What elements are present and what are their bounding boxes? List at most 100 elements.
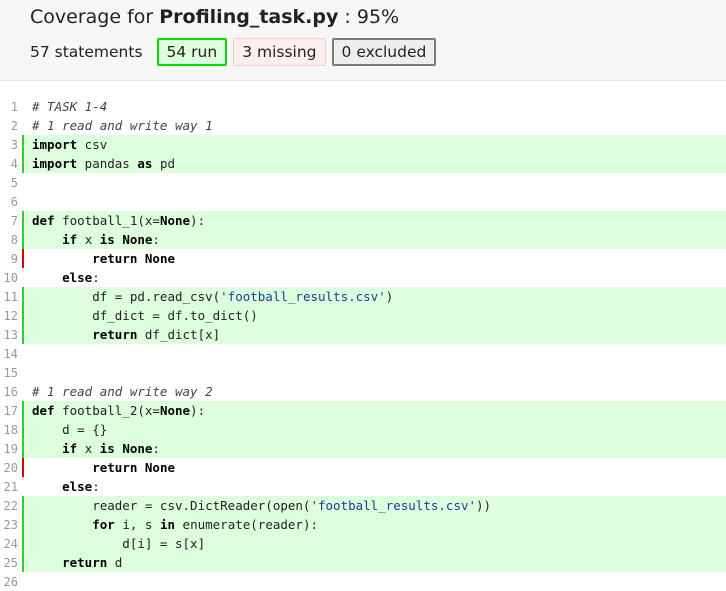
source-line: 25 return d: [0, 553, 726, 572]
line-number[interactable]: 15: [0, 366, 22, 380]
code-token: return: [92, 251, 138, 266]
line-code: return None: [22, 249, 726, 268]
code-token: ): [385, 289, 394, 304]
source-line: 1 # TASK 1-4: [0, 97, 726, 116]
code-token: ):: [190, 403, 206, 418]
code-token: None: [159, 213, 191, 228]
code-token: x: [77, 441, 100, 456]
line-number[interactable]: 17: [0, 404, 22, 418]
run-filter-button[interactable]: 54 run: [156, 38, 228, 66]
line-number[interactable]: 7: [0, 214, 22, 228]
source-code: 1 # TASK 1-4 2 # 1 read and write way 1 3 imp…: [0, 97, 726, 591]
line-code: import pandas as pd: [22, 154, 726, 173]
coverage-header: Coverage for Profiling_task.py : 95% 57 …: [0, 0, 726, 81]
code-token: football_1(x=: [54, 213, 160, 228]
line-number[interactable]: 23: [0, 518, 22, 532]
line-number[interactable]: 25: [0, 556, 22, 570]
coverage-stats: 57 statements 54 run 3 missing 0 exclude…: [30, 38, 442, 66]
statements-count: 57 statements: [30, 43, 143, 61]
code-token: csv: [77, 137, 108, 152]
code-token: d = {}: [32, 422, 108, 437]
line-number[interactable]: 6: [0, 195, 22, 209]
line-number[interactable]: 11: [0, 290, 22, 304]
code-token: :: [152, 232, 160, 247]
line-number[interactable]: 4: [0, 157, 22, 171]
code-token: 'football_results.csv': [310, 498, 477, 513]
line-number[interactable]: 1: [0, 100, 22, 114]
line-number[interactable]: 24: [0, 537, 22, 551]
code-token: def: [32, 213, 55, 228]
source-line: 8 if x is None:: [0, 230, 726, 249]
code-token: reader = csv.DictReader(open(: [32, 498, 311, 513]
code-token: df_dict[x]: [137, 327, 221, 342]
source-line: 16 # 1 read and write way 2: [0, 382, 726, 401]
line-number[interactable]: 5: [0, 176, 22, 190]
file-name: Profiling_task.py: [159, 6, 339, 28]
line-number[interactable]: 21: [0, 480, 22, 494]
line-number[interactable]: 26: [0, 575, 22, 589]
line-number[interactable]: 14: [0, 347, 22, 361]
code-token: None: [144, 460, 176, 475]
line-number[interactable]: 10: [0, 271, 22, 285]
line-number[interactable]: 22: [0, 499, 22, 513]
source-line: 24 d[i] = s[x]: [0, 534, 726, 553]
code-token: df_dict = df.to_dict(): [32, 308, 258, 323]
source-line: 6: [0, 192, 726, 211]
code-token: return: [92, 327, 138, 342]
source-line: 14: [0, 344, 726, 363]
line-number[interactable]: 19: [0, 442, 22, 456]
code-token: :: [152, 441, 160, 456]
code-token: # 1 read and write way 2: [32, 384, 213, 399]
code-token: in: [159, 517, 176, 532]
code-token: as: [137, 156, 153, 171]
line-code: reader = csv.DictReader(open('football_r…: [22, 496, 726, 515]
code-token: )): [476, 498, 492, 513]
line-number[interactable]: 18: [0, 423, 22, 437]
line-number[interactable]: 8: [0, 233, 22, 247]
line-code: d = {}: [22, 420, 726, 439]
excluded-filter-button[interactable]: 0 excluded: [331, 38, 437, 66]
code-token: :: [92, 270, 100, 285]
code-token: x: [77, 232, 100, 247]
code-token: is: [99, 232, 115, 247]
line-code: df = pd.read_csv('football_results.csv'): [22, 287, 726, 306]
line-number[interactable]: 13: [0, 328, 22, 342]
line-code: def football_2(x=None):: [22, 401, 726, 420]
code-token: is: [99, 441, 115, 456]
code-token: if: [62, 232, 78, 247]
line-code: def football_1(x=None):: [22, 211, 726, 230]
code-token: return: [62, 555, 108, 570]
line-code: if x is None:: [22, 230, 726, 249]
code-token: def: [32, 403, 55, 418]
code-token: None: [159, 403, 191, 418]
code-token: enumerate(reader):: [175, 517, 319, 532]
source-line: 19 if x is None:: [0, 439, 726, 458]
code-token: return: [92, 460, 138, 475]
source-line: 22 reader = csv.DictReader(open('footbal…: [0, 496, 726, 515]
code-token: for: [92, 517, 115, 532]
line-code: else:: [22, 268, 726, 287]
source-line: 23 for i, s in enumerate(reader):: [0, 515, 726, 534]
line-code: return d: [22, 553, 726, 572]
code-token: None: [144, 251, 176, 266]
line-code: else:: [22, 477, 726, 496]
source-line: 9 return None: [0, 249, 726, 268]
line-number[interactable]: 16: [0, 385, 22, 399]
missing-filter-button[interactable]: 3 missing: [233, 38, 326, 66]
line-number[interactable]: 20: [0, 461, 22, 475]
line-number[interactable]: 2: [0, 119, 22, 133]
line-number[interactable]: 9: [0, 252, 22, 266]
code-token: 'football_results.csv': [220, 289, 386, 304]
code-token: import: [32, 156, 78, 171]
line-number[interactable]: 12: [0, 309, 22, 323]
line-number[interactable]: 3: [0, 138, 22, 152]
code-token: pandas: [77, 156, 138, 171]
